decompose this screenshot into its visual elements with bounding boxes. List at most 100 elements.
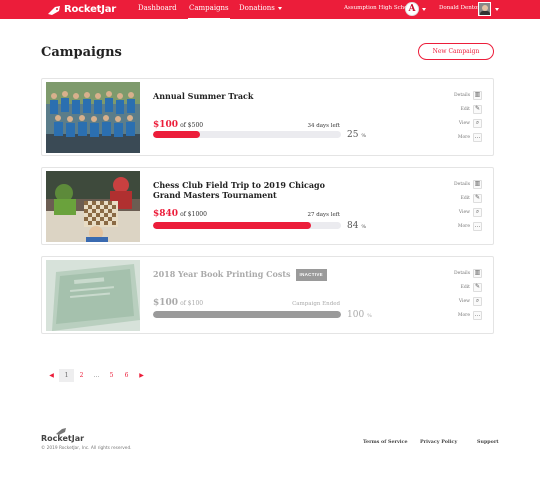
- chevron-down-icon[interactable]: [422, 8, 426, 11]
- chart-icon[interactable]: ▥: [473, 268, 482, 278]
- percent-value: 25: [347, 130, 359, 140]
- page-link[interactable]: 1: [59, 369, 74, 382]
- school-logo[interactable]: A: [405, 2, 419, 16]
- brand-name: RocketJar: [64, 4, 117, 15]
- progress-bar: [153, 311, 341, 318]
- days-left: 34 days left: [307, 123, 340, 129]
- privacy-link[interactable]: Privacy Policy: [420, 439, 457, 445]
- progress-fill: [153, 131, 200, 138]
- magnifier-icon[interactable]: ⌕: [473, 207, 482, 217]
- percent-funded: 100 %: [347, 310, 372, 320]
- nav-donations-label: Donations: [239, 4, 275, 12]
- goal-value: of $500: [180, 122, 204, 129]
- avatar[interactable]: [478, 2, 491, 16]
- action-label: Edit: [460, 284, 470, 290]
- campaign-title-row: 2018 Year Book Printing Costs INACTIVE: [153, 269, 353, 281]
- nav-campaigns[interactable]: Campaigns: [188, 4, 230, 20]
- new-campaign-button[interactable]: New Campaign: [418, 43, 494, 60]
- page-link[interactable]: 6: [119, 369, 134, 382]
- pencil-icon[interactable]: ✎: [473, 193, 482, 203]
- raised-value: $100: [153, 298, 179, 308]
- pencil-icon[interactable]: ✎: [473, 104, 482, 114]
- support-link[interactable]: Support: [477, 439, 499, 445]
- page-link[interactable]: 5: [104, 369, 119, 382]
- action-label: Edit: [460, 195, 470, 201]
- edit-action[interactable]: Edit ✎: [442, 280, 482, 294]
- action-label: Details: [454, 181, 470, 187]
- details-action[interactable]: Details ▥: [442, 177, 482, 191]
- top-navbar: RocketJar Dashboard Campaigns Donations …: [0, 0, 540, 20]
- details-action[interactable]: Details ▥: [442, 266, 482, 280]
- footer-logo[interactable]: RocketJar: [41, 434, 84, 443]
- action-label: More: [457, 134, 470, 140]
- rocket-icon: [48, 5, 60, 15]
- percent-sign: %: [361, 133, 367, 139]
- next-page-icon[interactable]: ▶: [134, 369, 149, 382]
- more-action[interactable]: More…: [442, 130, 482, 144]
- card-actions: Details ▥ Edit ✎ View ⌕ More…: [442, 88, 482, 144]
- days-left: 27 days left: [307, 212, 340, 218]
- magnifier-icon[interactable]: ⌕: [473, 296, 482, 306]
- action-label: View: [458, 120, 470, 126]
- percent-sign: %: [361, 224, 367, 230]
- more-action[interactable]: More…: [442, 308, 482, 322]
- ellipsis-icon[interactable]: …: [473, 221, 482, 231]
- view-action[interactable]: View ⌕: [442, 294, 482, 308]
- campaign-title[interactable]: Annual Summer Track: [153, 91, 353, 101]
- campaign-title[interactable]: Chess Club Field Trip to 2019 Chicago Gr…: [153, 180, 353, 200]
- page-link[interactable]: 2: [74, 369, 89, 382]
- status-badge: INACTIVE: [295, 269, 327, 281]
- chart-icon[interactable]: ▥: [473, 90, 482, 100]
- campaign-thumbnail[interactable]: [46, 260, 140, 331]
- campaign-thumbnail[interactable]: [46, 82, 140, 153]
- action-label: Details: [454, 92, 470, 98]
- raised-value: $100: [153, 120, 179, 130]
- ellipsis-icon[interactable]: …: [473, 132, 482, 142]
- progress-bar: [153, 131, 341, 138]
- raised-value: $840: [153, 209, 179, 219]
- action-label: More: [457, 312, 470, 318]
- chart-icon[interactable]: ▥: [473, 179, 482, 189]
- percent-value: 100: [347, 310, 365, 320]
- page-ellipsis: …: [93, 372, 100, 379]
- pagination: ◀ 1 2 … 5 6 ▶: [44, 369, 149, 382]
- campaign-card: Chess Club Field Trip to 2019 Chicago Gr…: [41, 167, 494, 245]
- progress-fill: [153, 311, 341, 318]
- campaign-card: 2018 Year Book Printing Costs INACTIVE $1…: [41, 256, 494, 334]
- chevron-down-icon: [277, 6, 282, 10]
- magnifier-icon[interactable]: ⌕: [473, 118, 482, 128]
- view-action[interactable]: View ⌕: [442, 205, 482, 219]
- campaign-card: Annual Summer Track $100 of $500 34 days …: [41, 78, 494, 156]
- campaign-thumbnail[interactable]: [46, 171, 140, 242]
- action-label: More: [457, 223, 470, 229]
- more-action[interactable]: More…: [442, 219, 482, 233]
- edit-action[interactable]: Edit ✎: [442, 102, 482, 116]
- percent-sign: %: [367, 313, 372, 319]
- nav-dashboard[interactable]: Dashboard: [138, 4, 177, 12]
- chevron-down-icon[interactable]: [495, 8, 499, 11]
- action-label: View: [458, 209, 470, 215]
- brand-logo[interactable]: RocketJar: [47, 3, 116, 16]
- card-actions: Details ▥ Edit ✎ View ⌕ More…: [442, 177, 482, 233]
- goal-value: of $100: [180, 300, 204, 307]
- action-label: View: [458, 298, 470, 304]
- ellipsis-icon[interactable]: …: [473, 310, 482, 320]
- view-action[interactable]: View ⌕: [442, 116, 482, 130]
- card-actions: Details ▥ Edit ✎ View ⌕ More…: [442, 266, 482, 322]
- amount-raised: $100 of $100: [153, 298, 203, 308]
- progress-fill: [153, 222, 311, 229]
- edit-action[interactable]: Edit ✎: [442, 191, 482, 205]
- nav-donations[interactable]: Donations: [239, 4, 282, 12]
- amount-raised: $100 of $500: [153, 120, 203, 130]
- user-name[interactable]: Donald Denton: [439, 5, 481, 11]
- percent-value: 84: [347, 221, 359, 231]
- terms-link[interactable]: Terms of Service: [363, 439, 408, 445]
- action-label: Details: [454, 270, 470, 276]
- school-selector[interactable]: Assumption High School: [344, 5, 413, 11]
- details-action[interactable]: Details ▥: [442, 88, 482, 102]
- goal-value: of $1000: [180, 211, 207, 218]
- campaign-title[interactable]: 2018 Year Book Printing Costs: [153, 269, 291, 279]
- prev-page-icon[interactable]: ◀: [44, 369, 59, 382]
- pencil-icon[interactable]: ✎: [473, 282, 482, 292]
- page-title: Campaigns: [41, 45, 122, 60]
